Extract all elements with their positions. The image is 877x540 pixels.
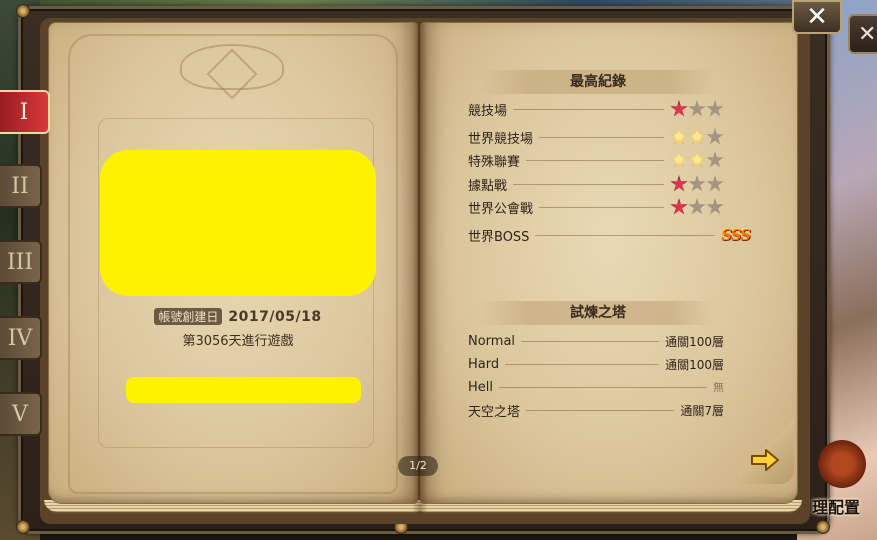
redacted-name-block (126, 377, 361, 403)
star-icon (706, 151, 724, 168)
record-name: 世界公會戰 (468, 201, 534, 217)
star-icon (670, 151, 688, 168)
team-setup-label[interactable]: 理配置 (812, 494, 877, 518)
redacted-profile-block (100, 150, 376, 296)
star-rating (670, 100, 724, 118)
star-rating (670, 151, 724, 169)
record-row: 世界競技場 (468, 127, 724, 147)
tower-difficulty: Normal (468, 333, 516, 349)
tower-progress: 通關100層 (665, 334, 724, 349)
star-rating (670, 128, 724, 146)
leader-line (539, 136, 664, 138)
star-icon (706, 100, 724, 117)
background-close-button[interactable]: ✕ (848, 14, 877, 54)
star-icon (670, 198, 688, 215)
best-records-title: 最高紀錄 (480, 70, 716, 94)
created-label: 帳號創建日 (154, 308, 223, 325)
tab-ii[interactable]: II (0, 164, 42, 208)
leader-line (513, 183, 664, 185)
page-curl (738, 410, 794, 484)
team-emblem-icon[interactable] (818, 440, 866, 488)
record-row: 世界公會戰 (468, 197, 724, 217)
leader-line (499, 386, 707, 388)
close-button[interactable]: ✕ (792, 0, 842, 34)
tower-row: 天空之塔 通關7層 (468, 400, 724, 420)
record-name: 據點戰 (468, 178, 508, 194)
frame-corner-rivet (816, 520, 830, 534)
tab-i[interactable]: I (0, 90, 50, 134)
days-played: 第3056天進行遊戲 (182, 334, 294, 349)
tower-row: Hell 無 (468, 377, 724, 397)
tower-difficulty: Hard (468, 356, 500, 372)
star-rating (670, 175, 724, 193)
book-spine (412, 22, 428, 514)
leader-line (505, 363, 660, 365)
record-row: 據點戰 (468, 174, 724, 194)
leader-line (521, 340, 660, 342)
record-name: 特殊聯賽 (468, 154, 521, 170)
star-icon (670, 128, 688, 145)
star-icon (688, 151, 706, 168)
record-name: 世界BOSS (468, 229, 530, 245)
rank-badge: SSS (721, 226, 751, 244)
star-icon (706, 128, 724, 145)
star-icon (688, 198, 706, 215)
tower-difficulty: Hell (468, 379, 493, 395)
star-icon (706, 198, 724, 215)
tower-row: Normal 通關100層 (468, 331, 724, 351)
frame-corner-rivet (16, 4, 30, 18)
trial-tower-title: 試煉之塔 (480, 301, 716, 325)
tab-iv[interactable]: IV (0, 316, 42, 360)
next-page-button[interactable] (738, 410, 794, 484)
record-name: 競技場 (468, 103, 508, 119)
star-rating (670, 198, 724, 216)
leader-line (535, 234, 716, 236)
right-arrow-icon (751, 449, 779, 471)
tab-iii[interactable]: III (0, 240, 42, 284)
leader-line (513, 108, 664, 110)
created-date: 2017/05/18 (228, 309, 322, 325)
account-created: 帳號創建日 2017/05/18 (100, 308, 376, 325)
leader-line (539, 206, 664, 208)
record-name: 世界競技場 (468, 131, 534, 147)
record-row: 競技場 (468, 99, 724, 119)
tower-progress: 通關100層 (665, 357, 724, 372)
record-row: 世界BOSS SSS (468, 225, 751, 245)
star-icon (688, 128, 706, 145)
star-icon (688, 175, 706, 192)
record-row: 特殊聯賽 (468, 150, 724, 170)
star-icon (688, 100, 706, 117)
tower-progress: 通關7層 (680, 403, 724, 418)
leader-line (526, 409, 675, 411)
leader-line (526, 159, 664, 161)
star-icon (670, 175, 688, 192)
page-indicator: 1/2 (398, 456, 438, 476)
tab-v[interactable]: V (0, 392, 42, 436)
frame-corner-rivet (16, 520, 30, 534)
tower-row: Hard 通關100層 (468, 354, 724, 374)
tower-difficulty: 天空之塔 (468, 404, 521, 420)
star-icon (670, 100, 688, 117)
star-icon (706, 175, 724, 192)
tower-progress: 無 (713, 381, 724, 394)
